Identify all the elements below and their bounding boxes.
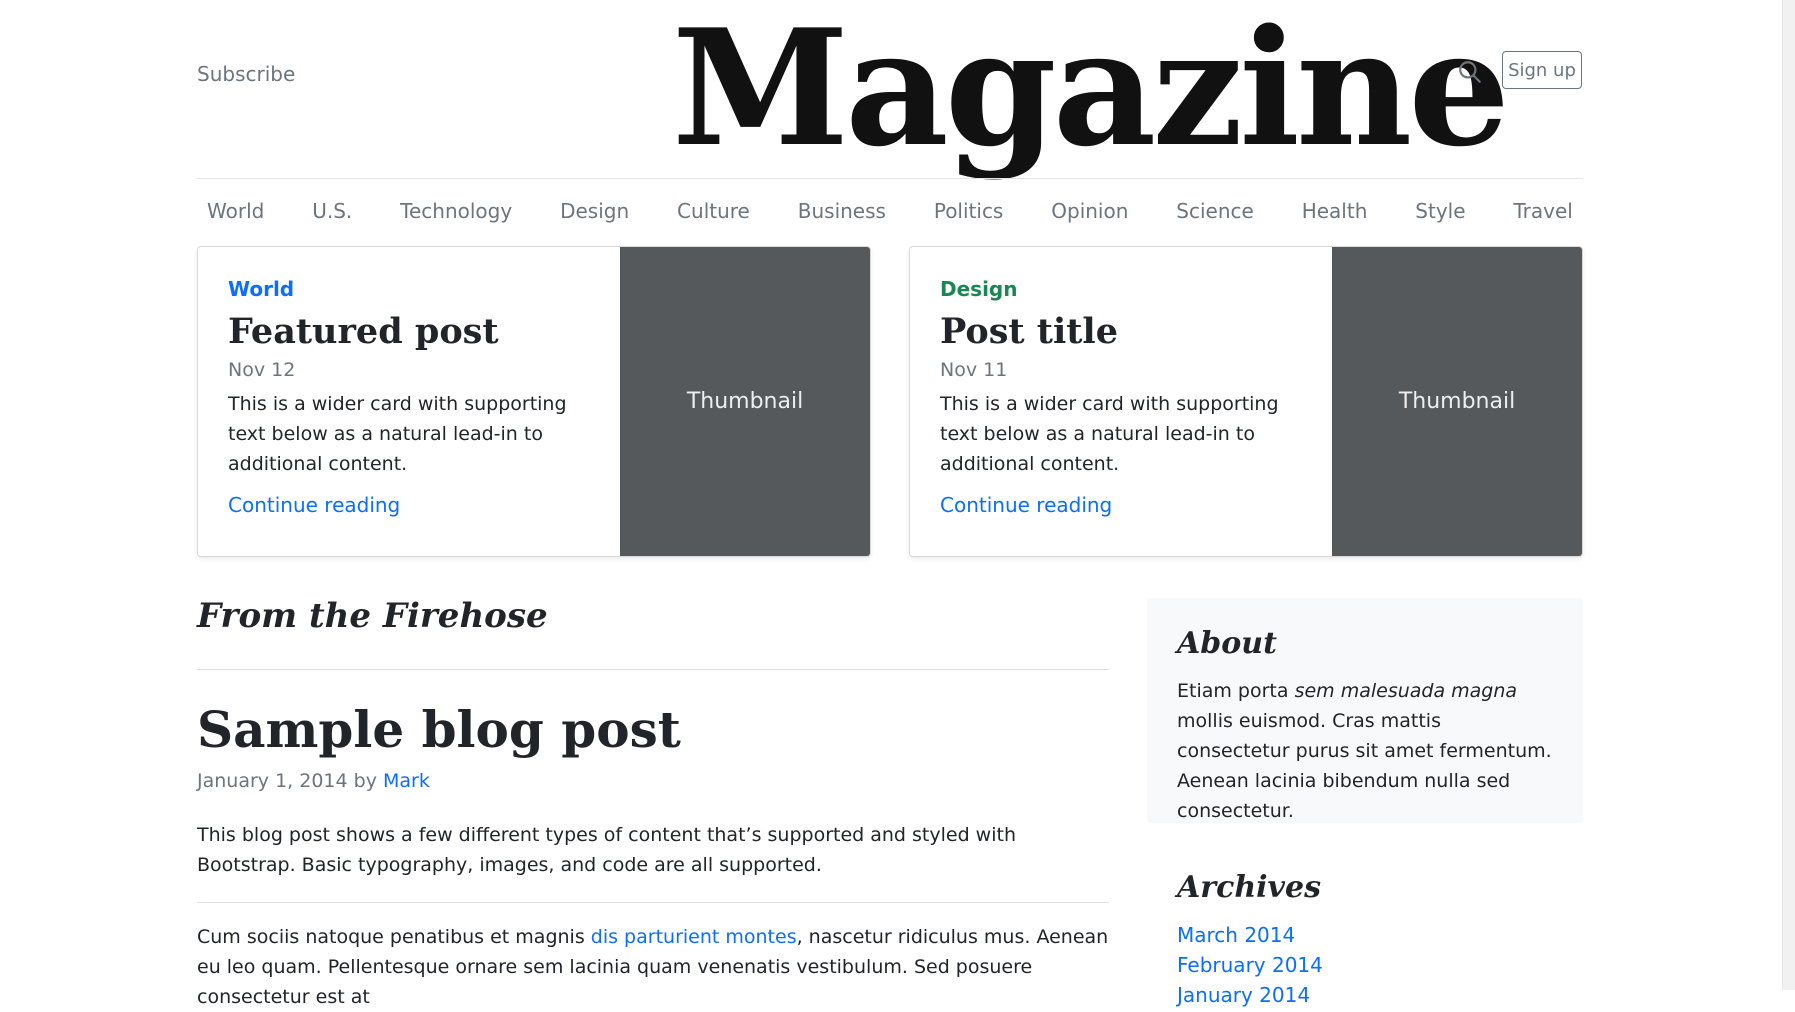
nav-item-health[interactable]: Health <box>1292 193 1378 229</box>
archives-list: March 2014 February 2014 January 2014 <box>1177 920 1323 1010</box>
post-intro: This blog post shows a few different typ… <box>197 824 1016 876</box>
nav-item-world[interactable]: World <box>197 193 274 229</box>
about-title: About <box>1177 626 1277 661</box>
about-text-part: mollis euismod. Cras mattis consectetur … <box>1177 710 1552 822</box>
nav-item-science[interactable]: Science <box>1166 193 1264 229</box>
nav-item-politics[interactable]: Politics <box>924 193 1014 229</box>
about-text: Etiam porta sem malesuada magna mollis e… <box>1177 676 1553 826</box>
archives-title: Archives <box>1177 870 1321 905</box>
continue-reading-link[interactable]: Continue reading <box>228 493 608 517</box>
nav-item-opinion[interactable]: Opinion <box>1041 193 1138 229</box>
card-title: Featured post <box>228 311 499 352</box>
header-divider <box>197 178 1583 179</box>
post-title: Sample blog post <box>197 700 681 759</box>
card-date: Nov 11 <box>940 359 1008 381</box>
search-icon[interactable] <box>1457 59 1483 85</box>
card-category: World <box>228 277 295 301</box>
card-thumbnail: Thumbnail <box>1332 247 1582 556</box>
nav-item-style[interactable]: Style <box>1405 193 1475 229</box>
section-divider <box>197 669 1109 670</box>
about-text-part: Etiam porta <box>1177 680 1295 702</box>
about-panel: About Etiam porta sem malesuada magna mo… <box>1147 598 1583 823</box>
archive-link-february-2014[interactable]: February 2014 <box>1177 950 1323 980</box>
card-title: Post title <box>940 311 1118 352</box>
page: Subscribe Magazine Sign up World U.S. Te… <box>0 0 1795 1008</box>
archive-link-january-2014[interactable]: January 2014 <box>1177 980 1323 1010</box>
about-text-emphasis: sem malesuada magna <box>1294 680 1518 702</box>
card-category: Design <box>940 277 1018 301</box>
post-divider <box>197 902 1109 903</box>
card-thumbnail: Thumbnail <box>620 247 870 556</box>
nav-item-business[interactable]: Business <box>788 193 896 229</box>
site-brand-logo[interactable]: Magazine <box>672 0 1510 178</box>
nav-item-travel[interactable]: Travel <box>1503 193 1582 229</box>
post-body-text: Cum sociis natoque penatibus et magnis <box>197 926 591 948</box>
nav-item-culture[interactable]: Culture <box>667 193 760 229</box>
featured-card-design: Design Post title Nov 11 This is a wider… <box>909 246 1583 557</box>
card-date: Nov 12 <box>228 359 296 381</box>
featured-card-world: World Featured post Nov 12 This is a wid… <box>197 246 871 557</box>
nav-item-us[interactable]: U.S. <box>302 193 362 229</box>
section-title: From the Firehose <box>197 596 548 636</box>
category-nav: World U.S. Technology Design Culture Bus… <box>197 193 1583 229</box>
nav-item-design[interactable]: Design <box>550 193 639 229</box>
page-scrollbar[interactable] <box>1782 0 1795 990</box>
post-body-link[interactable]: dis parturient montes <box>591 926 797 948</box>
archive-link-march-2014[interactable]: March 2014 <box>1177 920 1323 950</box>
post-meta: January 1, 2014 by Mark <box>197 770 430 792</box>
post-body: Cum sociis natoque penatibus et magnis d… <box>197 922 1109 1012</box>
post-date: January 1, 2014 by <box>197 770 377 792</box>
sign-up-button[interactable]: Sign up <box>1502 51 1582 89</box>
post-author-link[interactable]: Mark <box>383 770 430 792</box>
card-text: This is a wider card with supporting tex… <box>940 393 1279 475</box>
subscribe-link[interactable]: Subscribe <box>197 62 295 86</box>
card-text: This is a wider card with supporting tex… <box>228 393 567 475</box>
nav-item-technology[interactable]: Technology <box>390 193 522 229</box>
continue-reading-link[interactable]: Continue reading <box>940 493 1320 517</box>
